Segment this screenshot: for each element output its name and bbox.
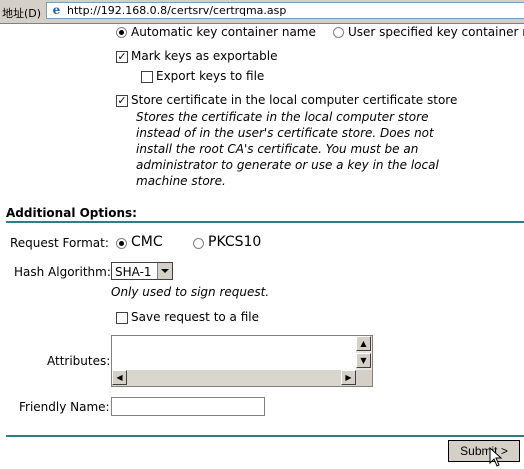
scroll-left-icon[interactable]: ◀ bbox=[112, 370, 127, 385]
attributes-textarea[interactable]: ▲ ▼ ◀ ▶ bbox=[111, 335, 373, 387]
scroll-down-icon[interactable]: ▼ bbox=[356, 353, 371, 368]
mouse-cursor-icon bbox=[489, 447, 503, 467]
exportable-checkbox[interactable]: ✓ bbox=[116, 51, 128, 63]
address-url: http://192.168.0.8/certsrv/certrqma.asp bbox=[67, 4, 287, 17]
store-local-description: Stores the certificate in the local comp… bbox=[136, 110, 439, 188]
export-file-label: Export keys to file bbox=[156, 69, 265, 83]
scroll-right-icon[interactable]: ▶ bbox=[341, 370, 356, 385]
additional-options-heading: Additional Options: bbox=[6, 206, 137, 220]
save-request-label: Save request to a file bbox=[131, 310, 260, 324]
section-divider-top bbox=[6, 221, 524, 223]
auto-container-radio[interactable] bbox=[116, 27, 127, 38]
request-format-label: Request Format: bbox=[10, 236, 109, 250]
address-input[interactable]: e http://192.168.0.8/certsrv/certrqma.as… bbox=[46, 2, 524, 19]
cmc-radio[interactable] bbox=[116, 238, 127, 249]
pkcs10-radio[interactable] bbox=[193, 238, 204, 249]
cmc-label: CMC bbox=[131, 234, 163, 250]
hash-algorithm-value: SHA-1 bbox=[115, 265, 152, 279]
attributes-vertical-scrollbar[interactable]: ▲ ▼ bbox=[356, 336, 372, 370]
exportable-label: Mark keys as exportable bbox=[131, 49, 278, 63]
hash-note: Only used to sign request. bbox=[111, 285, 270, 299]
auto-container-label: Automatic key container name bbox=[131, 25, 316, 39]
hash-algorithm-select[interactable]: SHA-1 bbox=[111, 262, 173, 280]
pkcs10-label: PKCS10 bbox=[208, 234, 262, 250]
address-bar: 地址(D) e http://192.168.0.8/certsrv/certr… bbox=[0, 0, 524, 24]
export-file-checkbox[interactable] bbox=[141, 71, 153, 83]
friendly-name-input[interactable] bbox=[111, 397, 265, 416]
attributes-label: Attributes: bbox=[47, 354, 111, 368]
attributes-horizontal-scrollbar[interactable]: ◀ ▶ bbox=[112, 370, 356, 386]
scroll-up-icon[interactable]: ▲ bbox=[356, 336, 371, 351]
friendly-name-label: Friendly Name: bbox=[19, 400, 110, 414]
save-request-checkbox[interactable] bbox=[116, 312, 128, 324]
scrollbar-corner bbox=[356, 370, 372, 386]
user-container-label: User specified key container n bbox=[348, 25, 524, 39]
submit-button[interactable]: Submit > bbox=[447, 439, 521, 463]
ie-page-icon: e bbox=[52, 3, 61, 17]
user-container-radio[interactable] bbox=[333, 27, 344, 38]
hash-algorithm-label: Hash Algorithm: bbox=[14, 265, 111, 279]
address-label: 地址(D) bbox=[2, 7, 42, 20]
chevron-down-icon[interactable] bbox=[157, 263, 172, 279]
store-local-label: Store certificate in the local computer … bbox=[131, 93, 458, 107]
section-divider-bottom bbox=[6, 435, 524, 437]
store-local-checkbox[interactable]: ✓ bbox=[116, 95, 128, 107]
